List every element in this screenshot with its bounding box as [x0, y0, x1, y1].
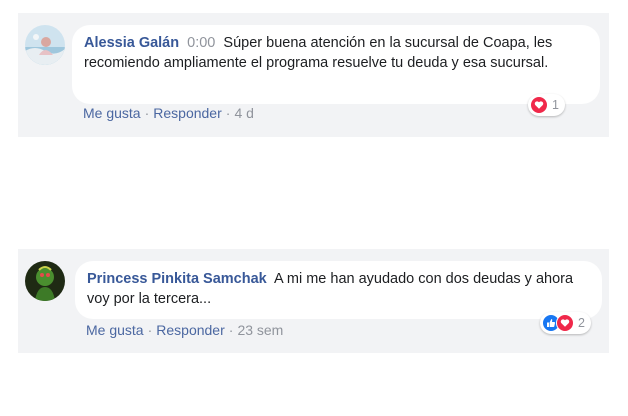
- comment-age[interactable]: 23 sem: [237, 322, 283, 338]
- avatar[interactable]: [25, 261, 65, 301]
- reaction-count: 2: [578, 316, 585, 330]
- separator-dot: ·: [144, 105, 150, 121]
- video-timestamp-link[interactable]: 0:00: [187, 35, 215, 51]
- separator-dot: ·: [225, 105, 231, 121]
- heart-icon: [530, 96, 548, 114]
- comment-item: Princess Pinkita Samchak A mi me han ayu…: [18, 249, 609, 353]
- comment-age[interactable]: 4 d: [234, 105, 253, 121]
- comment-author[interactable]: Princess Pinkita Samchak: [87, 271, 267, 287]
- comment-actions: Me gusta · Responder · 4 d: [83, 105, 254, 121]
- heart-icon: [556, 314, 574, 332]
- comment-item: Alessia Galán 0:00 Súper buena atención …: [18, 13, 609, 137]
- reactions-summary[interactable]: 2: [540, 312, 591, 334]
- separator-dot: ·: [228, 322, 234, 338]
- like-link[interactable]: Me gusta: [86, 322, 144, 338]
- like-link[interactable]: Me gusta: [83, 105, 141, 121]
- reactions-summary[interactable]: 1: [528, 94, 565, 116]
- reply-link[interactable]: Responder: [153, 105, 222, 121]
- comment-author[interactable]: Alessia Galán: [84, 35, 179, 51]
- reaction-count: 1: [552, 98, 559, 112]
- comment-bubble: Princess Pinkita Samchak A mi me han ayu…: [75, 261, 602, 319]
- avatar[interactable]: [25, 25, 65, 65]
- separator-dot: ·: [147, 322, 153, 338]
- reply-link[interactable]: Responder: [156, 322, 225, 338]
- comment-actions: Me gusta · Responder · 23 sem: [86, 322, 283, 338]
- comment-bubble: Alessia Galán 0:00 Súper buena atención …: [72, 25, 600, 104]
